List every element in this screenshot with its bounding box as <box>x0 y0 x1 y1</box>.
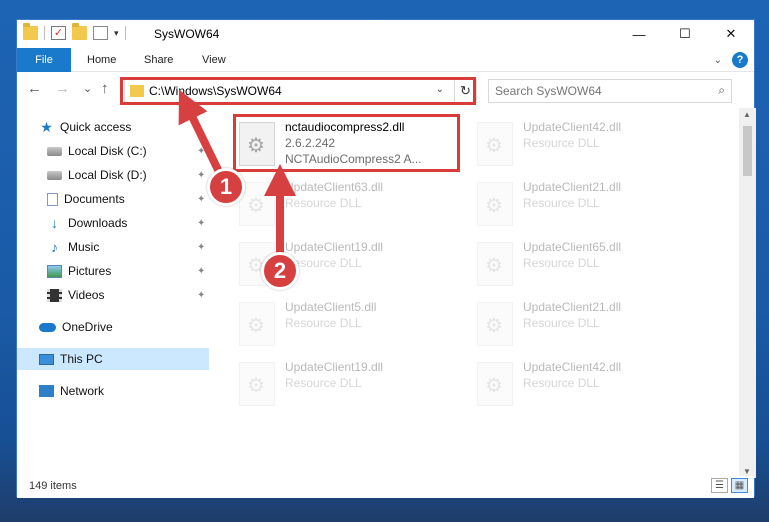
step-2-badge: 2 <box>261 252 299 290</box>
step-1-badge: 1 <box>207 168 245 206</box>
arrow-to-address-bar <box>178 89 226 180</box>
annotation-arrows <box>178 89 296 262</box>
